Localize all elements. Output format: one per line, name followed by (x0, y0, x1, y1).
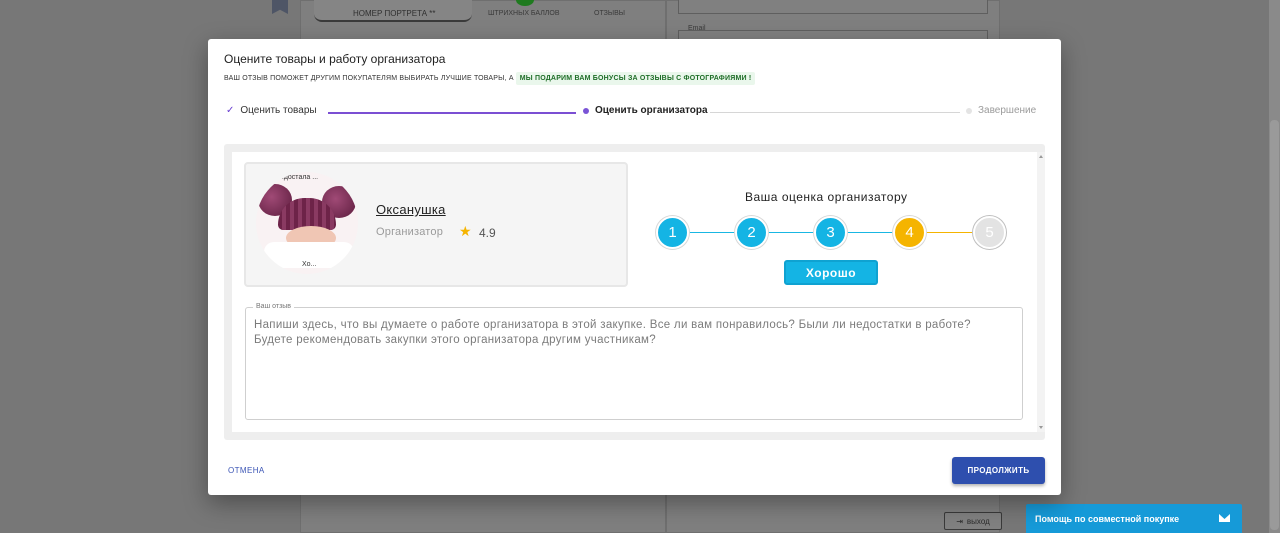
step-pending-dot-icon (966, 107, 972, 114)
help-label: Помощь по совместной покупке (1035, 513, 1180, 524)
step-rate-products[interactable]: ✓ Оценить товары (226, 105, 317, 116)
avatar-caption: Хо... (302, 261, 317, 268)
stepper: ✓ Оценить товары Оценить организатора За… (224, 105, 1044, 121)
help-button[interactable]: Помощь по совместной покупке (1026, 504, 1242, 533)
rating-option-4[interactable]: 4 (893, 216, 926, 249)
scroll-down-icon[interactable] (1039, 426, 1043, 429)
star-icon: ★ (459, 223, 472, 239)
exit-label: выход (966, 516, 990, 526)
review-textarea[interactable] (254, 318, 1004, 408)
content-inner: ...достала ... Хо... Оксанушка Организат… (232, 152, 1045, 432)
rating-title: Ваша оценка организатору (745, 190, 908, 204)
rating-option-1[interactable]: 1 (656, 216, 689, 249)
stepper-line-done (328, 112, 576, 114)
cancel-button[interactable]: ОТМЕНА (228, 466, 265, 475)
modal-title: Оцените товары и работу организатора (224, 52, 446, 66)
review-label: Ваш отзыв (253, 303, 295, 310)
organizer-role: Организатор (376, 226, 444, 238)
scroll-up-icon[interactable] (1039, 155, 1043, 158)
organizer-rating: 4.9 (479, 226, 496, 240)
step-label: Оценить организатора (595, 105, 708, 116)
review-modal: Оцените товары и работу организатора ВАШ… (208, 39, 1061, 495)
step-label: Завершение (978, 105, 1037, 116)
continue-button[interactable]: ПРОДОЛЖИТЬ (952, 457, 1045, 484)
background-field (678, 0, 988, 14)
organizer-card: ...достала ... Хо... Оксанушка Организат… (244, 162, 628, 287)
step-active-dot-icon (583, 107, 589, 114)
avatar-caption: ...достала ... (278, 174, 319, 181)
stepper-line-pending (710, 112, 960, 113)
modal-subtitle: ВАШ ОТЗЫВ ПОМОЖЕТ ДРУГИМ ПОКУПАТЕЛЯМ ВЫБ… (224, 72, 756, 85)
page-scrollbar-thumb[interactable] (1270, 120, 1279, 530)
review-field: Ваш отзыв (245, 303, 1023, 420)
bookmark-icon (272, 0, 288, 14)
rating-option-2[interactable]: 2 (735, 216, 768, 249)
organizer-avatar: ...достала ... Хо... (256, 172, 358, 274)
content-scrollbar[interactable] (1037, 152, 1045, 432)
background-stat-label: ОТЗЫВЫ (594, 10, 625, 17)
step-rate-organizer[interactable]: Оценить организатора (583, 105, 708, 116)
step-finish[interactable]: Завершение (966, 105, 1036, 116)
exit-icon: ⇥ (956, 516, 963, 526)
bonus-badge: МЫ ПОДАРИМ ВАМ БОНУСЫ ЗА ОТЗЫВЫ С ФОТОГР… (515, 72, 756, 85)
background-email-label: Email (688, 25, 706, 32)
content-panel: ...достала ... Хо... Оксанушка Организат… (224, 144, 1045, 440)
background-tab-label: НОМЕР ПОРТРЕТА ** (353, 9, 436, 18)
check-icon: ✓ (226, 105, 235, 116)
subtitle-text: ВАШ ОТЗЫВ ПОМОЖЕТ ДРУГИМ ПОКУПАТЕЛЯМ ВЫБ… (224, 75, 514, 82)
step-label: Оценить товары (240, 105, 317, 116)
rating-selected-label: Хорошо (784, 260, 878, 285)
rating-option-5[interactable]: 5 (973, 216, 1006, 249)
mail-icon (1219, 514, 1230, 522)
organizer-name-link[interactable]: Оксанушка (376, 202, 446, 217)
rating-option-3[interactable]: 3 (814, 216, 847, 249)
background-stat-label: ШТРИХНЫХ БАЛЛОВ (488, 10, 560, 17)
rating-selector: 1 2 3 4 5 (656, 216, 1008, 250)
exit-button[interactable]: ⇥ выход (944, 512, 1002, 530)
